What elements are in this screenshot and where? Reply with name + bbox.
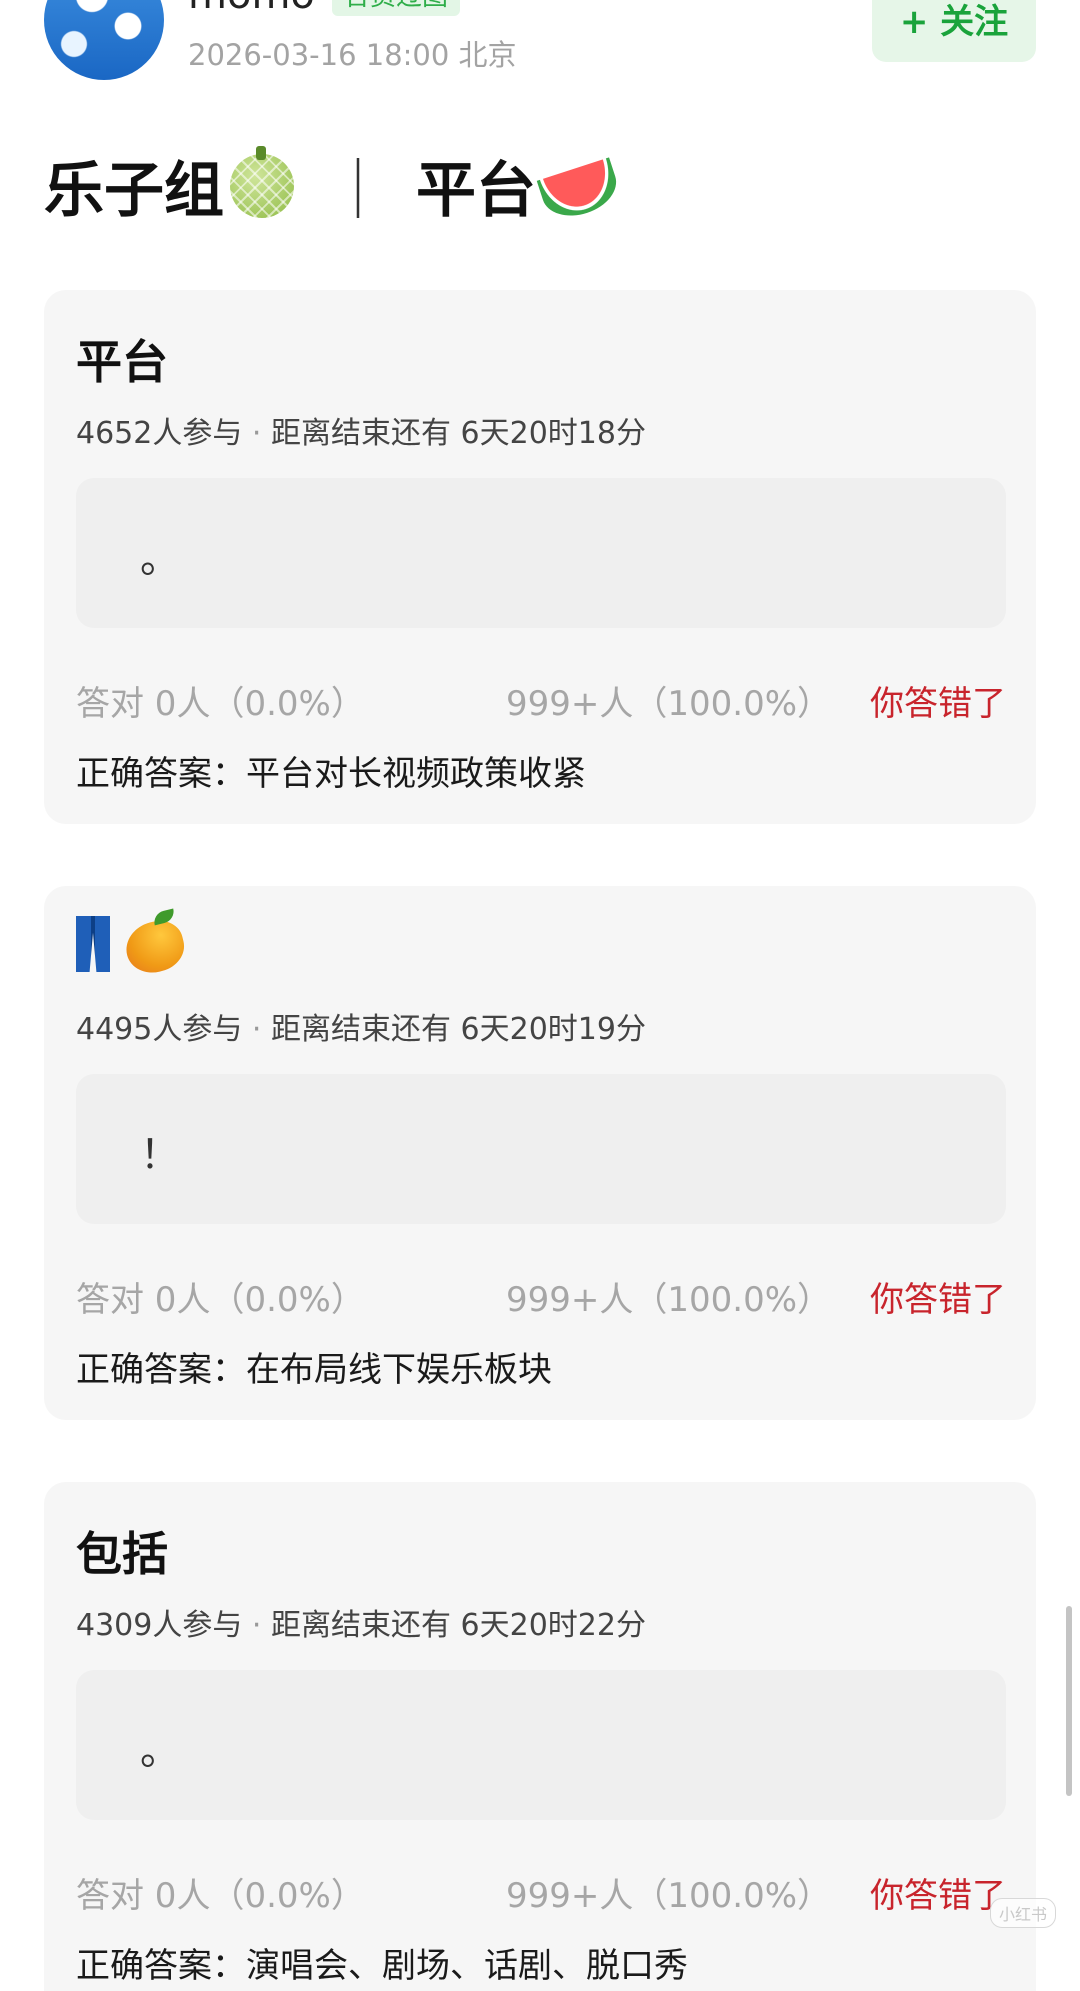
- countdown: 距离结束还有 6天20时19分: [271, 1012, 646, 1047]
- participant-count: 4309人参与: [76, 1608, 243, 1643]
- correct-answer: 正确答案：演唱会、剧场、话剧、脱口秀: [76, 1946, 688, 1986]
- answer-option-text: 。: [140, 536, 180, 582]
- quiz-card[interactable]: 平台 4652人参与 · 距离结束还有 6天20时18分 。 答对 0人（0.0…: [44, 290, 1036, 824]
- quiz-card[interactable]: 包括 4309人参与 · 距离结束还有 6天20时22分 。 答对 0人（0.0…: [44, 1482, 1036, 1991]
- countdown: 距离结束还有 6天20时22分: [271, 1608, 646, 1643]
- post-meta: 2026-03-16 18:00 北京: [188, 38, 517, 72]
- participant-count: 4652人参与: [76, 416, 243, 451]
- countdown: 距离结束还有 6天20时18分: [271, 416, 646, 451]
- correct-stat: 答对 0人（0.0%）: [76, 1280, 365, 1320]
- quiz-card[interactable]: 4495人参与 · 距离结束还有 6天20时19分 ！ 答对 0人（0.0%） …: [44, 886, 1036, 1420]
- follow-button[interactable]: + 关注: [872, 0, 1036, 62]
- quiz-card-meta: 4652人参与 · 距离结束还有 6天20时18分: [76, 408, 646, 452]
- quiz-card-meta: 4495人参与 · 距离结束还有 6天20时19分: [76, 1004, 646, 1048]
- user-badge: 合资过图: [332, 0, 461, 16]
- quiz-card-meta: 4309人参与 · 距离结束还有 6天20时22分: [76, 1600, 646, 1644]
- post-title-right: 平台: [416, 156, 536, 226]
- meta-separator: ·: [251, 1608, 262, 1643]
- scrollbar[interactable]: [1066, 1606, 1072, 1796]
- answer-option[interactable]: 。: [76, 1670, 1006, 1820]
- title-separator: ｜: [328, 156, 388, 226]
- username[interactable]: momo: [188, 0, 315, 18]
- answer-count: 999+人（100.0%）: [506, 1876, 832, 1916]
- quiz-card-title: 包括: [76, 1527, 168, 1581]
- post-page: momo 合资过图 2026-03-16 18:00 北京 + 关注 乐子组 ｜…: [0, 0, 1080, 1991]
- meta-separator: ·: [251, 416, 262, 451]
- quiz-card-title: 平台: [76, 335, 168, 389]
- avatar[interactable]: [44, 0, 164, 80]
- participant-count: 4495人参与: [76, 1012, 243, 1047]
- answer-count: 999+人（100.0%）: [506, 1280, 832, 1320]
- answer-option[interactable]: 。: [76, 478, 1006, 628]
- watermelon-icon: [536, 156, 624, 225]
- result-label: 你答错了: [870, 1876, 1006, 1916]
- correct-answer: 正确答案：在布局线下娱乐板块: [76, 1350, 552, 1390]
- post-title-left: 乐子组: [44, 156, 224, 226]
- post-title: 乐子组 ｜ 平台: [44, 142, 624, 229]
- result-label: 你答错了: [870, 684, 1006, 724]
- jeans-icon: [76, 916, 110, 972]
- answer-count: 999+人（100.0%）: [506, 684, 832, 724]
- answer-option-text: 。: [140, 1728, 180, 1774]
- correct-stat: 答对 0人（0.0%）: [76, 1876, 365, 1916]
- correct-answer: 正确答案：平台对长视频政策收紧: [76, 754, 586, 794]
- correct-stat: 答对 0人（0.0%）: [76, 684, 365, 724]
- melon-icon: [230, 145, 294, 218]
- meta-separator: ·: [251, 1012, 262, 1047]
- quiz-card-title: [76, 915, 190, 979]
- mango-icon: [120, 915, 190, 979]
- answer-option-text: ！: [140, 1132, 180, 1178]
- watermark: 小红书: [990, 1898, 1057, 1928]
- answer-option[interactable]: ！: [76, 1074, 1006, 1224]
- result-label: 你答错了: [870, 1280, 1006, 1320]
